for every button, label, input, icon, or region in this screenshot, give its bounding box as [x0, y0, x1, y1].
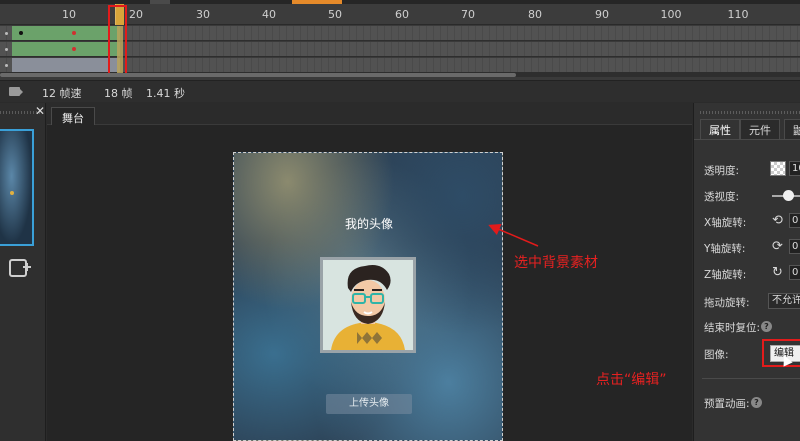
help-icon[interactable]: ?	[751, 397, 762, 408]
x-rotation-label: X轴旋转:	[704, 217, 747, 229]
ruler-tick: 100	[660, 8, 682, 21]
z-rotation-label: Z轴旋转:	[704, 269, 747, 281]
camera-icon[interactable]	[9, 87, 23, 96]
tab-stage[interactable]: 舞台	[51, 107, 95, 125]
upload-avatar-button[interactable]: 上传头像	[326, 394, 412, 414]
tab-divider	[694, 139, 800, 140]
ruler-tick: 20	[129, 8, 143, 21]
stage-tab-bar: 舞台	[47, 103, 692, 125]
ruler-tick: 30	[196, 8, 210, 21]
image-label: 图像:	[704, 349, 729, 361]
preset-animation-label: 预置动画:	[704, 398, 750, 410]
opacity-swatch[interactable]	[770, 161, 786, 176]
page-thumbnail[interactable]	[0, 129, 34, 246]
avatar-illustration	[323, 260, 413, 350]
tween-span[interactable]	[12, 42, 120, 56]
ruler-tick: 110	[727, 8, 749, 21]
perspective-slider-knob[interactable]	[783, 190, 794, 201]
properties-panel: 属性 元件 鼬 透明度: 10 透视度: X轴旋转: ⟲ 0 Y轴旋转: ⟳ 0…	[693, 103, 800, 441]
y-rotation-label: Y轴旋转:	[704, 243, 746, 255]
stage-canvas[interactable]: 我的头像 上传头像	[233, 152, 503, 441]
fps-readout: 12 帧速	[42, 87, 82, 100]
timeline-scrollbar[interactable]	[0, 73, 800, 77]
ruler-tick: 40	[262, 8, 276, 21]
tab-components[interactable]: 元件	[740, 119, 780, 139]
perspective-label: 透视度:	[704, 191, 740, 203]
drag-rotation-select[interactable]: 不允许	[768, 293, 800, 309]
frame-count: 18 帧	[104, 87, 133, 100]
tween-span[interactable]	[12, 58, 120, 72]
layer-dot	[5, 48, 8, 51]
keyframe[interactable]	[72, 47, 76, 51]
keyframe[interactable]	[19, 31, 23, 35]
reset-on-end-label: 结束时复位:	[704, 322, 761, 334]
panel-separator	[702, 378, 800, 379]
annotation-click-edit: 点击“编辑”	[596, 372, 667, 388]
tab-more[interactable]: 鼬	[784, 119, 800, 139]
annotation-select-background: 选中背景素材	[514, 255, 598, 271]
x-rotation-input[interactable]: 0	[789, 213, 800, 228]
canvas-title[interactable]: 我的头像	[234, 215, 502, 232]
avatar-image[interactable]	[320, 257, 416, 353]
thumbnail-detail	[10, 191, 14, 195]
layer-dot	[5, 32, 8, 35]
ruler-tick: 90	[595, 8, 609, 21]
keyframe[interactable]	[72, 31, 76, 35]
opacity-input[interactable]: 10	[789, 161, 800, 176]
duration-readout: 1.41 秒	[146, 87, 185, 100]
help-icon[interactable]: ?	[761, 321, 772, 332]
stage-area: 舞台 我的头像 上传头像	[47, 103, 692, 441]
ruler-tick: 70	[461, 8, 475, 21]
ruler-tick: 50	[328, 8, 342, 21]
y-rotate-icon: ⟳	[772, 239, 783, 254]
panel-grip[interactable]	[700, 111, 800, 114]
scrollbar-thumb[interactable]	[0, 73, 516, 77]
z-rotate-icon: ↻	[772, 265, 783, 280]
close-icon[interactable]: ✕	[35, 104, 45, 118]
ruler-tick: 10	[62, 8, 76, 21]
timeline-panel: 10 20 30 40 50 60 70 80 90 100 110	[0, 0, 800, 80]
y-rotation-input[interactable]: 0	[789, 239, 800, 254]
z-rotation-input[interactable]: 0	[789, 265, 800, 280]
tween-span[interactable]	[12, 26, 120, 40]
ruler-tick: 60	[395, 8, 409, 21]
drag-rotation-label: 拖动旋转:	[704, 297, 750, 309]
frame-highlight-box	[108, 5, 127, 75]
pages-panel: ✕	[0, 103, 46, 441]
ruler-tick: 80	[528, 8, 542, 21]
x-rotate-icon: ⟲	[772, 213, 783, 228]
add-page-icon[interactable]	[9, 259, 31, 277]
layer-dot	[5, 64, 8, 67]
tab-properties[interactable]: 属性	[700, 119, 740, 139]
opacity-label: 透明度:	[704, 165, 740, 177]
panel-grip[interactable]	[0, 111, 40, 114]
timeline-status-bar: 12 帧速 18 帧 1.41 秒	[0, 80, 800, 102]
